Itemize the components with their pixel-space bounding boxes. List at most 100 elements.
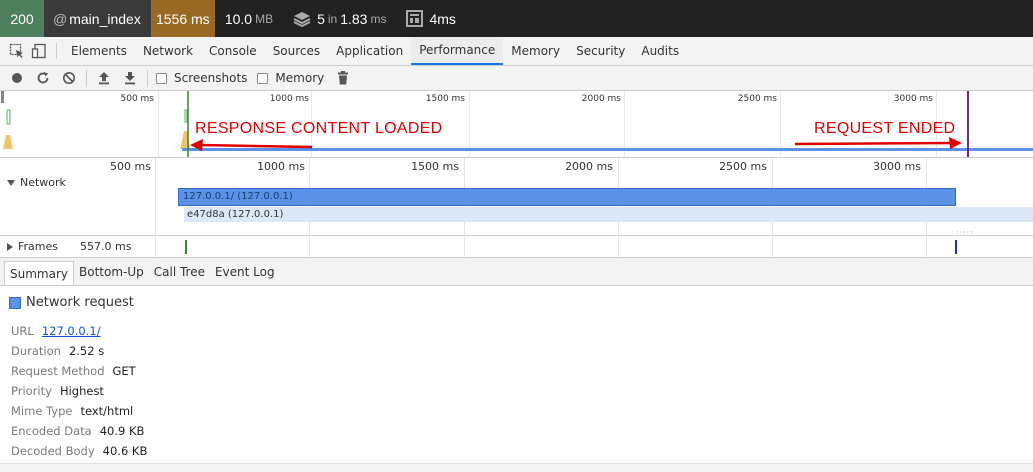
trash-icon[interactable] (330, 66, 356, 91)
detail-row-duration: Duration 2.52 s (11, 341, 147, 361)
frame-marker-end (955, 240, 957, 254)
tab-memory[interactable]: Memory (503, 37, 568, 65)
tab-network[interactable]: Network (135, 37, 201, 65)
memory-label: Memory (275, 71, 325, 85)
detail-row-method: Request Method GET (11, 361, 147, 381)
annotation-response-loaded: RESPONSE CONTENT LOADED (195, 120, 443, 137)
tab-elements[interactable]: Elements (63, 37, 135, 65)
tab-security[interactable]: Security (568, 37, 633, 65)
detail-row-priority: Priority Highest (11, 381, 147, 401)
debug-toolbar: 200 @ main_index 1556 ms 10.0 MB 5 in 1.8… (0, 0, 1033, 37)
tab-summary[interactable]: Summary (4, 261, 74, 285)
status-code-badge[interactable]: 200 (0, 0, 44, 37)
detail-value: 40.6 KB (102, 444, 148, 458)
frames-track[interactable]: Frames 557.0 ms (0, 236, 1033, 258)
route-panel[interactable]: @ main_index (44, 0, 151, 37)
network-request-bar-secondary[interactable]: e47d8a (127.0.0.1) (184, 207, 1033, 222)
timeline-tick-label: 3000 ms (873, 160, 921, 173)
detail-key: Mime Type (11, 404, 73, 418)
queries-in: in (327, 11, 338, 26)
detail-row-encoded-data: Encoded Data 40.9 KB (11, 421, 147, 441)
performance-toolbar: Screenshots Memory (0, 66, 1033, 91)
summary-details-panel: Network request URL 127.0.0.1/ Duration … (0, 286, 1033, 472)
timeline-tick-label: 1500 ms (411, 160, 459, 173)
timeline-grid-line (155, 236, 156, 258)
status-code: 200 (10, 10, 34, 27)
detail-value: Highest (59, 384, 104, 398)
queries-time: 1.83 (340, 10, 368, 27)
annotation-request-ended: REQUEST ENDED (814, 120, 956, 137)
timeline-overview[interactable]: 500 ms 1000 ms 1500 ms 2000 ms 2500 ms 3… (0, 91, 1033, 158)
memory-value: 10.0 (224, 10, 253, 27)
details-title: Network request (9, 295, 134, 310)
timeline-tick-label: 2500 ms (719, 160, 767, 173)
details-tab-bar: Summary Bottom-Up Call Tree Event Log (0, 258, 1033, 286)
detail-row-mime-type: Mime Type text/html (11, 401, 147, 421)
template-icon (406, 10, 424, 27)
queries-unit: ms (370, 11, 387, 26)
timeline-grid-line (618, 236, 619, 258)
load-profile-icon[interactable] (91, 66, 117, 91)
network-track-header[interactable]: Network (7, 176, 66, 189)
screenshots-checkbox-box[interactable] (156, 72, 167, 84)
route-name: main_index (69, 10, 141, 27)
tab-audits[interactable]: Audits (633, 37, 687, 65)
reload-icon[interactable] (30, 66, 56, 91)
detail-value: 2.52 s (68, 344, 105, 358)
timeline-grid-line (464, 236, 465, 258)
toolbar-separator (147, 69, 148, 87)
frames-label: Frames (18, 240, 59, 253)
device-toolbar-icon[interactable] (28, 37, 50, 65)
database-layers-icon (293, 11, 311, 27)
detail-value: text/html (80, 404, 134, 418)
detail-row-url: URL 127.0.0.1/ (11, 321, 147, 341)
screenshots-label: Screenshots (174, 71, 248, 85)
url-link[interactable]: 127.0.0.1/ (42, 324, 101, 338)
frames-track-header[interactable]: Frames 557.0 ms (7, 240, 131, 253)
templates-unit: ms (437, 10, 456, 27)
inspect-element-icon[interactable] (6, 37, 28, 65)
flame-chart[interactable]: 500 ms 1000 ms 1500 ms 2000 ms 2500 ms 3… (0, 158, 1033, 237)
database-panel[interactable]: 5 in 1.83 ms (283, 0, 396, 37)
devtools-tab-bar: Elements Network Console Sources Applica… (0, 37, 1033, 66)
detail-key: URL (11, 324, 34, 338)
detail-value: 40.9 KB (99, 424, 145, 438)
screenshots-checkbox[interactable]: Screenshots (156, 71, 247, 85)
timeline-grid-line (155, 158, 156, 236)
memory-checkbox[interactable]: Memory (257, 71, 324, 85)
timeline-grid-line (309, 236, 310, 258)
clear-icon[interactable] (56, 66, 82, 91)
tab-bottom-up[interactable]: Bottom-Up (74, 258, 149, 285)
request-time: 1556 ms (155, 10, 210, 27)
detail-key: Priority (11, 384, 52, 398)
tab-event-log[interactable]: Event Log (210, 258, 280, 285)
templates-value: 4 (429, 10, 438, 27)
record-icon[interactable] (4, 66, 30, 91)
detail-key: Request Method (11, 364, 105, 378)
toolbar-separator (86, 69, 87, 87)
timeline-tick-label: 500 ms (110, 160, 151, 173)
tab-sources[interactable]: Sources (265, 37, 328, 65)
tab-performance[interactable]: Performance (411, 37, 504, 65)
network-color-swatch (9, 296, 21, 309)
frame-marker-start (185, 240, 187, 254)
memory-unit: MB (255, 11, 274, 26)
detail-key: Decoded Body (11, 444, 95, 458)
tab-call-tree[interactable]: Call Tree (149, 258, 210, 285)
route-prefix: @ (53, 10, 68, 27)
memory-panel[interactable]: 10.0 MB (215, 0, 283, 37)
queries-count: 5 (317, 10, 325, 27)
expand-arrow-icon (7, 179, 15, 186)
detail-value: GET (112, 364, 136, 378)
templates-panel[interactable]: 4 ms (396, 0, 465, 37)
tab-console[interactable]: Console (201, 37, 265, 65)
save-profile-icon[interactable] (117, 66, 143, 91)
tab-application[interactable]: Application (328, 37, 411, 65)
details-title-text: Network request (26, 295, 134, 310)
network-request-bar[interactable]: 127.0.0.1/ (127.0.0.1) (178, 188, 956, 206)
request-time-panel[interactable]: 1556 ms (150, 0, 215, 37)
detail-row-decoded-body: Decoded Body 40.6 KB (11, 441, 147, 461)
bottom-divider (0, 463, 1033, 472)
memory-checkbox-box[interactable] (257, 72, 269, 84)
collapse-arrow-icon (7, 242, 13, 251)
